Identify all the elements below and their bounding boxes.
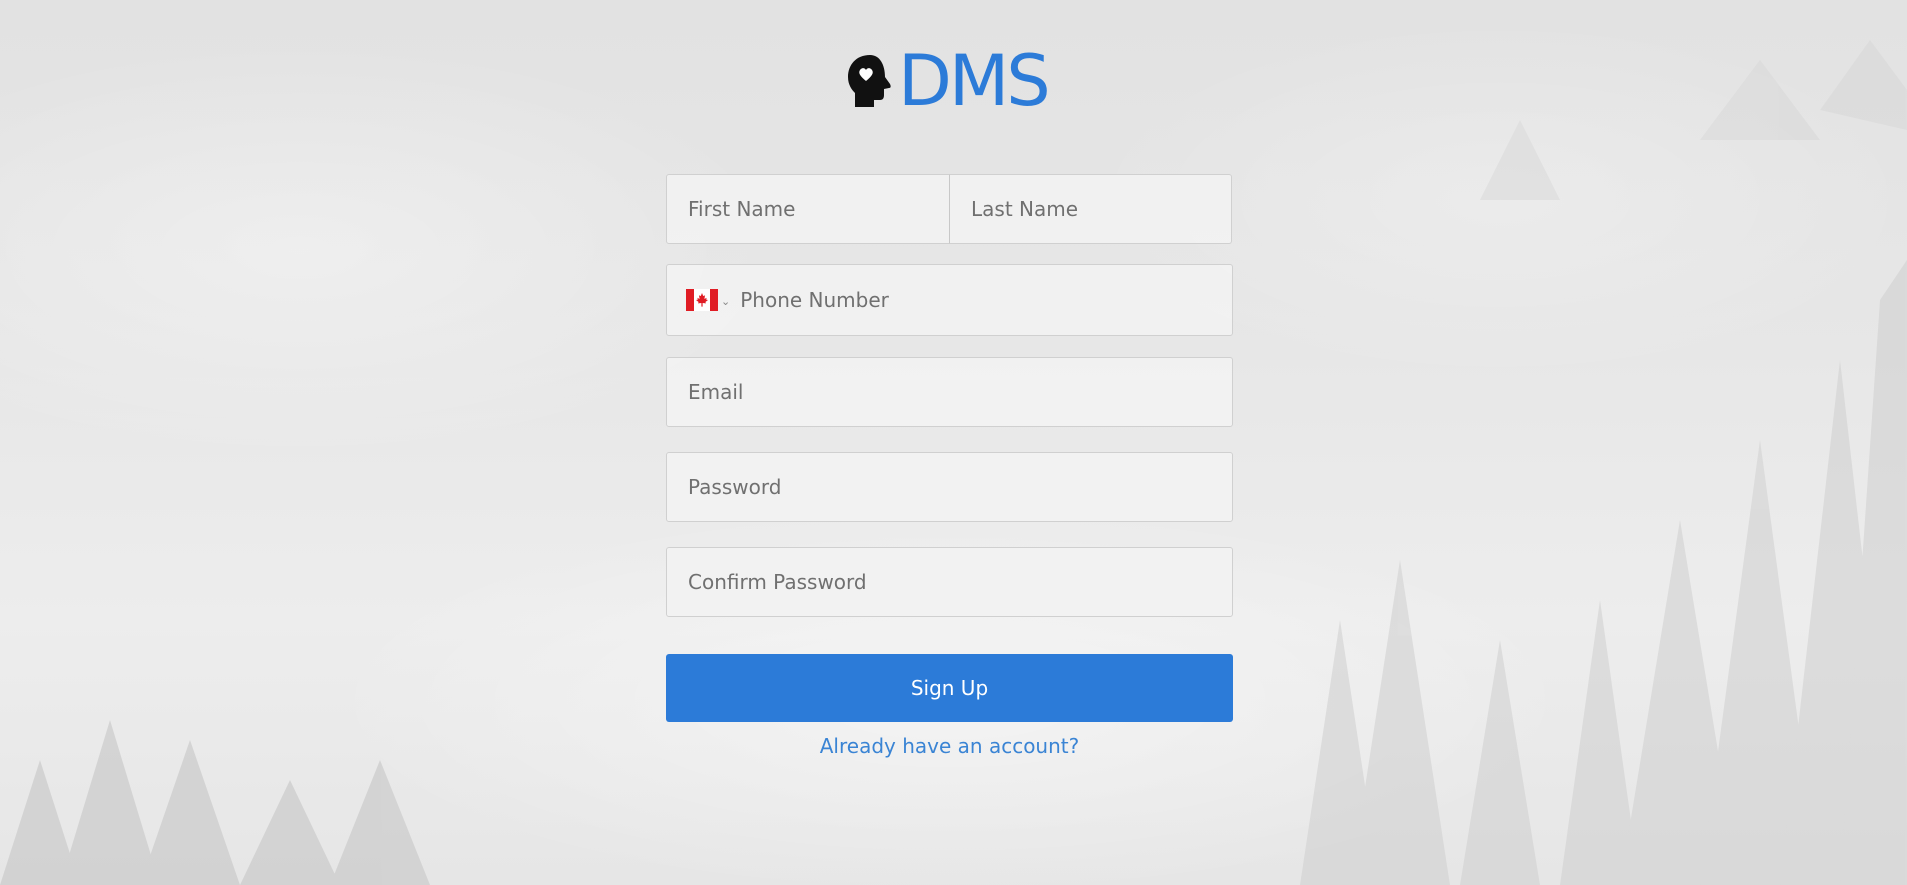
name-row bbox=[666, 174, 1233, 244]
head-heart-icon bbox=[848, 55, 891, 107]
country-selector[interactable]: ⌄ bbox=[686, 289, 730, 311]
email-input[interactable] bbox=[686, 357, 1232, 427]
email-field[interactable] bbox=[666, 357, 1233, 427]
confirm-password-input[interactable] bbox=[686, 547, 1232, 617]
last-name-input[interactable] bbox=[969, 174, 1231, 244]
chevron-down-icon: ⌄ bbox=[721, 294, 731, 308]
first-name-input[interactable] bbox=[686, 174, 949, 244]
password-field[interactable] bbox=[666, 452, 1233, 522]
first-name-field[interactable] bbox=[666, 174, 950, 244]
login-link[interactable]: Already have an account? bbox=[666, 734, 1233, 758]
last-name-field[interactable] bbox=[949, 174, 1232, 244]
confirm-password-field[interactable] bbox=[666, 547, 1233, 617]
canada-flag-icon bbox=[686, 289, 718, 311]
phone-field[interactable]: ⌄ bbox=[666, 264, 1233, 336]
phone-input[interactable] bbox=[738, 264, 1232, 336]
sign-up-button[interactable]: Sign Up bbox=[666, 654, 1233, 722]
brand-name: DMS bbox=[898, 40, 1051, 122]
password-input[interactable] bbox=[686, 452, 1232, 522]
brand-logo: DMS bbox=[846, 40, 1051, 122]
